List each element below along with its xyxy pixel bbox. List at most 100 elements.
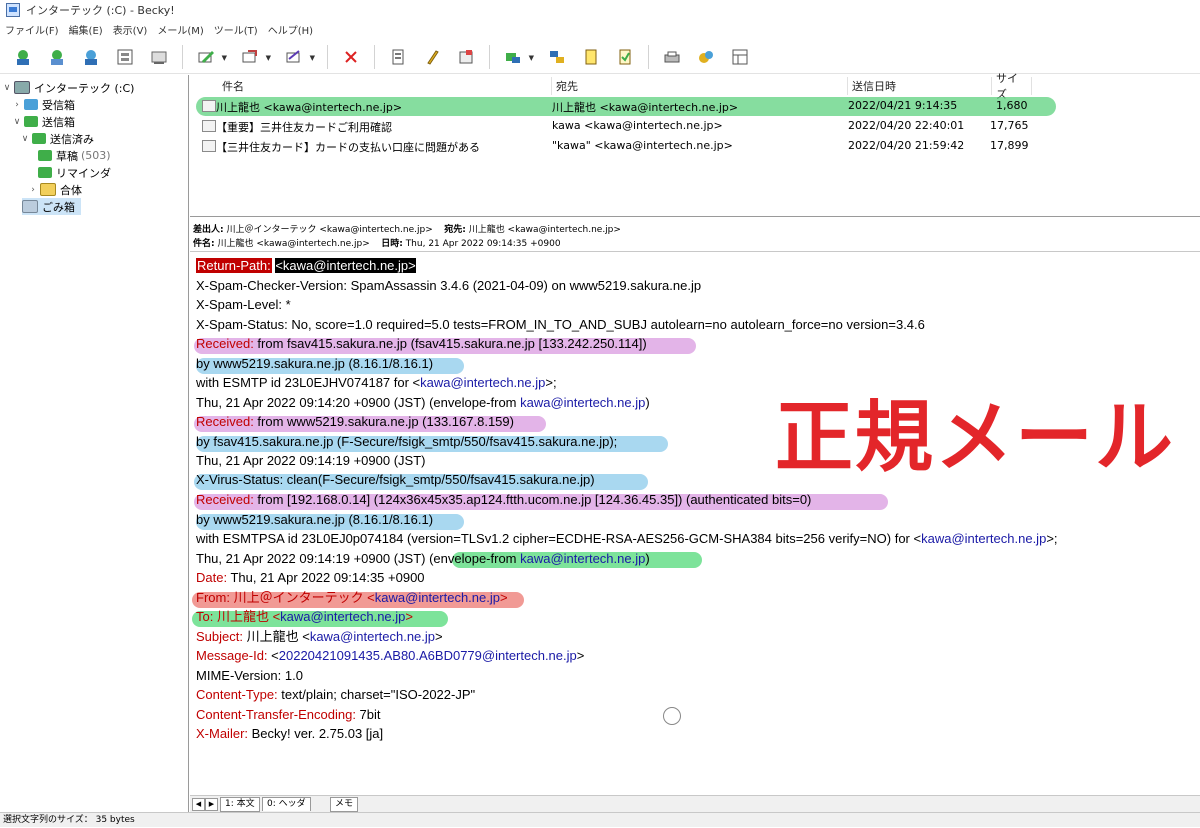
- move-icon[interactable]: ▼: [501, 45, 534, 69]
- header-value: 川上龍也 <: [213, 609, 281, 624]
- send-icon[interactable]: [79, 45, 103, 69]
- chevron-down-icon[interactable]: ▼: [529, 54, 534, 62]
- header-value: from fsav415.sakura.ne.jp (fsav415.sakur…: [253, 336, 647, 351]
- flag-icon[interactable]: [454, 45, 478, 69]
- outbox-icon: [24, 116, 38, 127]
- email-link[interactable]: kawa@intertech.ne.jp: [280, 609, 405, 624]
- chevron-down-icon[interactable]: ▼: [266, 54, 271, 62]
- header-received: Received: from www5219.sakura.ne.jp (133…: [196, 412, 514, 432]
- edit-icon[interactable]: [420, 45, 444, 69]
- folder-trash[interactable]: ごみ箱: [22, 198, 81, 215]
- folder-drafts[interactable]: 草稿 (503): [38, 147, 111, 164]
- copy-icon[interactable]: [545, 45, 569, 69]
- column-size[interactable]: サイズ: [992, 72, 1032, 101]
- email-link[interactable]: kawa@intertech.ne.jp: [520, 395, 645, 410]
- tab-scroll-right-icon[interactable]: ▶: [205, 798, 218, 811]
- chevron-right-icon[interactable]: ›: [28, 185, 38, 195]
- row-to: kawa <kawa@intertech.ne.jp>: [552, 119, 723, 132]
- folder-reminder[interactable]: リマインダ: [38, 164, 111, 181]
- column-subject[interactable]: 件名: [218, 77, 552, 95]
- table-row[interactable]: 【重要】三井住友カードご利用確認 kawa <kawa@intertech.ne…: [190, 116, 1200, 136]
- menu-tools[interactable]: ツール(T): [209, 22, 263, 37]
- folder-icon: [40, 183, 56, 196]
- header-value: <kawa@intertech.ne.jp>: [275, 258, 416, 273]
- email-link[interactable]: kawa@intertech.ne.jp: [375, 590, 500, 605]
- note-icon[interactable]: [613, 45, 637, 69]
- setting-icon[interactable]: [694, 45, 718, 69]
- header-value: 川上龍也 <: [242, 629, 310, 644]
- mail-icon: [202, 120, 216, 132]
- delete-icon[interactable]: [339, 45, 363, 69]
- inbox-icon: [24, 99, 38, 110]
- column-to[interactable]: 宛先: [552, 77, 848, 95]
- app-icon: [6, 3, 20, 17]
- header-line: with ESMTP id 23L0EJHV074187 for <kawa@i…: [196, 373, 557, 393]
- header-value: from [192.168.0.14] (124x36x45x35.ap124.…: [253, 492, 812, 507]
- status-bar: 選択文字列のサイズ： 35 bytes: [0, 812, 1200, 827]
- folder-outbox[interactable]: ∨ 送信箱: [12, 113, 75, 130]
- tab-memo[interactable]: メモ: [330, 797, 359, 812]
- compose-icon[interactable]: ▼: [194, 45, 227, 69]
- address-book-icon[interactable]: [147, 45, 171, 69]
- header-line: Thu, 21 Apr 2022 09:14:19 +0900 (JST): [196, 453, 426, 468]
- email-link[interactable]: kawa@intertech.ne.jp: [520, 551, 645, 566]
- header-label: Date:: [196, 570, 228, 585]
- drafts-icon: [38, 150, 52, 161]
- tab-scroll-left-icon[interactable]: ◀: [192, 798, 205, 811]
- mail-icon: [202, 100, 216, 112]
- toolbar: ▼ ▼ ▼ ▼: [0, 40, 1200, 74]
- email-link[interactable]: kawa@intertech.ne.jp: [420, 375, 545, 390]
- folder-merge[interactable]: › 合体: [28, 181, 82, 198]
- header-encoding: Content-Transfer-Encoding: 7bit: [196, 705, 381, 725]
- layout-icon[interactable]: [728, 45, 752, 69]
- forward-icon[interactable]: ▼: [282, 45, 315, 69]
- folder-label: インターテック (:C): [34, 81, 135, 95]
- preview-from-value: 川上＠インターテック <kawa@intertech.ne.jp>: [226, 225, 433, 235]
- trash-icon: [22, 200, 38, 213]
- chevron-down-icon[interactable]: ∨: [20, 134, 30, 144]
- folder-root[interactable]: ∨ インターテック (:C): [2, 79, 134, 96]
- folder-inbox[interactable]: › 受信箱: [12, 96, 75, 113]
- folder-tree: ∨ インターテック (:C) › 受信箱 ∨ 送信箱 ∨ 送信済み 草稿 (50…: [0, 75, 189, 812]
- receive-all-icon[interactable]: [45, 45, 69, 69]
- header-label: X-Mailer:: [196, 726, 249, 741]
- chevron-down-icon[interactable]: ∨: [12, 117, 22, 127]
- preview-subject-value: 川上龍也 <kawa@intertech.ne.jp>: [217, 239, 370, 249]
- receive-icon[interactable]: [11, 45, 35, 69]
- table-row[interactable]: 川上龍也 <kawa@intertech.ne.jp> 川上龍也 <kawa@i…: [190, 96, 1200, 116]
- sent-icon: [32, 133, 46, 144]
- header-text: >;: [545, 375, 557, 390]
- email-link[interactable]: kawa@intertech.ne.jp: [921, 531, 1046, 546]
- header-mailer: X-Mailer: Becky! ver. 2.75.03 [ja]: [196, 724, 383, 744]
- menu-mail[interactable]: メール(M): [152, 22, 208, 37]
- header-label: Content-Transfer-Encoding:: [196, 707, 356, 722]
- chevron-right-icon[interactable]: ›: [12, 100, 22, 110]
- folder-sync-icon[interactable]: [113, 45, 137, 69]
- filter-icon[interactable]: [386, 45, 410, 69]
- annotation-label: 正規メール: [775, 393, 1176, 483]
- header-received: Received: from fsav415.sakura.ne.jp (fsa…: [196, 334, 647, 354]
- tab-body[interactable]: 1: 本文: [220, 797, 260, 812]
- tab-header[interactable]: 0: ヘッダ: [262, 797, 311, 811]
- header-text: <: [267, 648, 279, 663]
- print-icon[interactable]: [660, 45, 684, 69]
- message-body[interactable]: Return-Path: <kawa@intertech.ne.jp> X-Sp…: [190, 252, 1200, 794]
- chevron-down-icon[interactable]: ▼: [310, 54, 315, 62]
- toolbar-separator: [327, 44, 328, 69]
- table-row[interactable]: 【三井住友カード】カードの支払い口座に問題がある "kawa" <kawa@in…: [190, 136, 1200, 156]
- mail-icon: [202, 140, 216, 152]
- memo-icon[interactable]: [579, 45, 603, 69]
- menu-help[interactable]: ヘルプ(H): [263, 22, 318, 37]
- email-link[interactable]: 20220421091435.AB80.A6BD0779@intertech.n…: [279, 648, 577, 663]
- row-to: "kawa" <kawa@intertech.ne.jp>: [552, 139, 733, 152]
- menu-view[interactable]: 表示(V): [108, 22, 153, 37]
- email-link[interactable]: kawa@intertech.ne.jp: [310, 629, 435, 644]
- menu-edit[interactable]: 編集(E): [64, 22, 108, 37]
- chevron-down-icon[interactable]: ▼: [222, 54, 227, 62]
- menu-file[interactable]: ファイル(F): [0, 22, 64, 37]
- folder-sent[interactable]: ∨ 送信済み: [20, 130, 94, 147]
- folder-label: 草稿: [56, 149, 78, 163]
- reply-icon[interactable]: ▼: [238, 45, 271, 69]
- column-date[interactable]: 送信日時: [848, 77, 992, 95]
- chevron-down-icon[interactable]: ∨: [2, 83, 12, 93]
